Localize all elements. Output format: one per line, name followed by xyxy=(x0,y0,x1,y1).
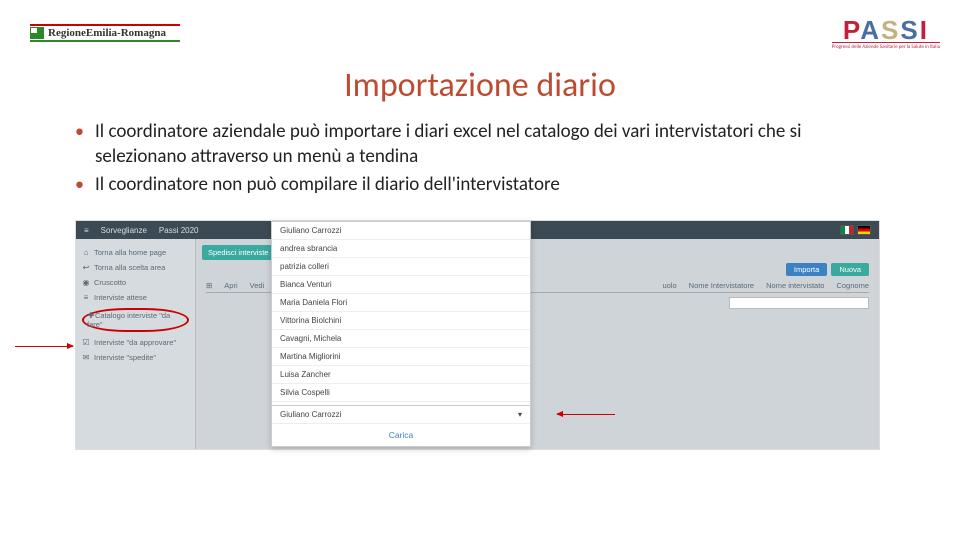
mail-icon: ✉ xyxy=(82,354,90,362)
logo-rer-text: RegioneEmilia-Romagna xyxy=(48,27,166,39)
sidebar-item-approvare[interactable]: ☑ Interviste "da approvare" xyxy=(80,335,191,350)
logo-passi-text: PASSI xyxy=(832,15,940,46)
dropdown-option[interactable]: Giuliano Carrozzi xyxy=(272,222,530,240)
logo-regione-emilia-romagna: RegioneEmilia-Romagna xyxy=(30,24,180,42)
sidebar-item-label: Torna alla home page xyxy=(94,248,166,257)
sidebar-item-label: Interviste "spedite" xyxy=(94,353,156,362)
dropdown-selected[interactable]: Giuliano Carrozzi ▾ xyxy=(272,405,530,424)
bullet-item: Il coordinatore aziendale può importare … xyxy=(75,120,895,169)
embedded-screenshot: ≡ Sorveglianze Passi 2020 ⌂ Torna alla ho… xyxy=(75,220,880,450)
dropdown-option[interactable]: Martina Migliorini xyxy=(272,348,530,366)
col-icon: ⊞ xyxy=(206,281,212,290)
dashboard-icon: ◉ xyxy=(82,279,90,287)
app-brand: Sorveglianze xyxy=(101,226,147,235)
slide-title: Importazione diario xyxy=(0,65,960,106)
sidebar-item-label: Interviste "da approvare" xyxy=(94,338,176,347)
dropdown-option[interactable]: patrizia colleri xyxy=(272,258,530,276)
flag-italy-icon[interactable] xyxy=(840,225,854,235)
list-icon: ≡ xyxy=(82,294,90,302)
dropdown-option[interactable]: Luisa Zancher xyxy=(272,366,530,384)
annotation-arrow-sidebar xyxy=(15,346,73,347)
sidebar-item-home[interactable]: ⌂ Torna alla home page xyxy=(80,245,191,260)
sidebar-item-attese[interactable]: ≡ Interviste attese xyxy=(80,290,191,305)
dropdown-option[interactable]: Maria Daniela Flori xyxy=(272,294,530,312)
sidebar-item-back[interactable]: ↩ Torna alla scelta area xyxy=(80,260,191,275)
col-apri[interactable]: Apri xyxy=(224,281,237,290)
check-icon: ☑ xyxy=(82,339,90,347)
sidebar-item-catalogo[interactable]: ✚Catalogo interviste "da fare" xyxy=(80,305,191,335)
dropdown-option[interactable]: Vittorina Biolchini xyxy=(272,312,530,330)
back-icon: ↩ xyxy=(82,264,90,272)
annotation-arrow-dropdown xyxy=(557,414,615,415)
carica-button[interactable]: Carica xyxy=(272,424,530,446)
dropdown-selected-label: Giuliano Carrozzi xyxy=(280,410,341,419)
sidebar-item-label: Cruscotto xyxy=(94,278,126,287)
dropdown-option[interactable]: Cavagni, Michela xyxy=(272,330,530,348)
interviewer-dropdown: Giuliano Carrozzi andrea sbrancia patriz… xyxy=(271,221,531,447)
col-ruolo: uolo xyxy=(662,281,676,290)
importa-button[interactable]: Importa xyxy=(786,263,827,276)
logo-passi: PASSI Progressi delle Aziende Sanitarie … xyxy=(832,15,940,50)
flag-germany-icon[interactable] xyxy=(857,225,871,235)
sidebar-item-label: Torna alla scelta area xyxy=(94,263,165,272)
sidebar-item-spedite[interactable]: ✉ Interviste "spedite" xyxy=(80,350,191,365)
home-icon: ⌂ xyxy=(82,249,90,257)
col-nome-intervistato: Nome intervistato xyxy=(766,281,824,290)
dropdown-option[interactable]: Bianca Venturi xyxy=(272,276,530,294)
menu-icon[interactable]: ≡ xyxy=(84,226,89,235)
chevron-down-icon: ▾ xyxy=(518,410,522,419)
app-sub: Passi 2020 xyxy=(159,226,199,235)
plus-icon: ✚ xyxy=(87,312,95,320)
dropdown-option[interactable]: Silvia Cospelli xyxy=(272,384,530,402)
col-nome-intervistatore: Nome Intervistatore xyxy=(689,281,754,290)
col-vedi[interactable]: Vedi xyxy=(250,281,265,290)
sidebar-item-dashboard[interactable]: ◉ Cruscotto xyxy=(80,275,191,290)
sidebar-item-label: Catalogo interviste "da fare" xyxy=(87,311,170,329)
col-cognome: Cognome xyxy=(836,281,869,290)
logo-passi-sub: Progressi delle Aziende Sanitarie per la… xyxy=(832,42,940,50)
bullet-list: Il coordinatore aziendale può importare … xyxy=(75,120,895,202)
nuova-button[interactable]: Nuova xyxy=(831,263,869,276)
sidebar-item-label: Interviste attese xyxy=(94,293,147,302)
dropdown-option[interactable]: andrea sbrancia xyxy=(272,240,530,258)
language-flags xyxy=(840,225,871,235)
app-sidebar: ⌂ Torna alla home page ↩ Torna alla scelta… xyxy=(76,239,196,449)
row-select-field[interactable] xyxy=(729,297,869,309)
bullet-item: Il coordinatore non può compilare il dia… xyxy=(75,173,895,198)
highlight-oval: ✚Catalogo interviste "da fare" xyxy=(82,308,189,332)
